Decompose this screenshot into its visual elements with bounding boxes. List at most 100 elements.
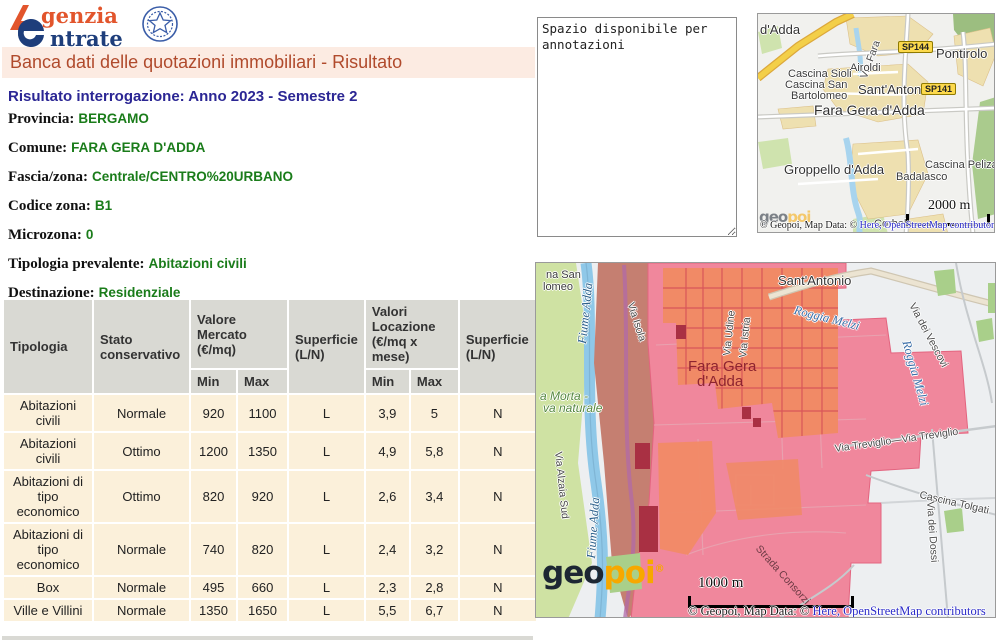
table-cell: 2,4 [366,524,409,575]
table-row: Abitazioni civiliOttimo12001350L4,95,8N [4,433,536,469]
table-cell: 3,9 [366,395,409,431]
detail-label: Comune: [8,140,67,156]
map-label: Cascina Peliza [925,159,995,171]
table-cell: Abitazioni civili [4,395,92,431]
detail-value: BERGAMO [74,111,149,126]
table-cell: L [289,524,364,575]
col-header-stato: Stato conservativo [94,300,189,393]
table-cell: Ville e Villini [4,600,92,621]
table-cell: 6,7 [411,600,458,621]
table-cell: Box [4,577,92,598]
table-cell: 5,8 [411,433,458,469]
table-cell: L [289,395,364,431]
col-header-tipologia: Tipologia [4,300,92,393]
map-label: Sant'Antonio [778,273,851,288]
map-label: SP144 [898,41,933,53]
col-header-valore-mercato: Valore Mercato (€/mq) [191,300,287,368]
detail-value: Centrale/CENTRO%20URBANO [88,169,293,184]
table-cell: N [460,433,536,469]
overview-scale-label: 2000 m [928,198,990,214]
table-cell: L [289,577,364,598]
map-label: d'Adda [697,373,743,390]
col-header-valori-locazione: Valori Locazione (€/mq x mese) [366,300,458,368]
map-label: Groppello d'Adda [784,162,884,177]
geopoi-logo: geopoi® [542,555,665,591]
zone-attribution: © Geopoi, Map Data: © Here, OpenStreetMa… [688,604,986,618]
table-cell: 2,3 [366,577,409,598]
detail-label: Microzona: [8,227,82,243]
map-label: Fara Gera d'Adda [814,102,925,118]
overview-attribution-links[interactable]: Here, OpenStreetMap contributors [860,220,995,231]
table-cell: N [460,395,536,431]
table-cell: 1650 [238,600,287,621]
table-cell: 1350 [238,433,287,469]
map-label: Pontirolo [936,46,987,61]
table-cell: 660 [238,577,287,598]
detail-label: Provincia: [8,111,74,127]
table-cell: Abitazioni di tipo economico [4,471,92,522]
col-header-max-locazione: Max [411,370,458,393]
table-row: Abitazioni di tipo economicoNormale74082… [4,524,536,575]
table-cell: Abitazioni di tipo economico [4,524,92,575]
table-cell: Normale [94,600,189,621]
table-cell: N [460,600,536,621]
agenzia-entrate-logo: genzia ntrate [8,3,188,47]
detail-value: Abitazioni civili [145,256,247,271]
brand-word-top: genzia [41,3,118,28]
table-cell: 5,5 [366,600,409,621]
detail-row: Tipologia prevalente:Abitazioni civili [8,255,528,273]
table-cell: 5 [411,395,458,431]
table-cell: 820 [191,471,236,522]
table-cell: N [460,471,536,522]
table-cell: 495 [191,577,236,598]
detail-row: Comune:FARA GERA D'ADDA [8,139,528,157]
table-cell: 1200 [191,433,236,469]
map-label: va naturale [543,401,602,415]
overview-map[interactable]: d'AddaVia FaraAiroldiSP144PontiroloCasci… [757,13,995,233]
map-label: Badalasco [896,171,947,183]
zone-map[interactable]: na SanlomeoSant'AntonioFiume AddaVia Iso… [535,262,996,618]
table-cell: 3,4 [411,471,458,522]
table-cutoff-strip [2,636,533,640]
table-cell: N [460,524,536,575]
col-header-max-mercato: Max [238,370,287,393]
table-cell: 920 [238,471,287,522]
italy-emblem-icon [143,7,177,41]
table-cell: Abitazioni civili [4,433,92,469]
detail-value: FARA GERA D'ADDA [67,140,205,155]
detail-label: Codice zona: [8,198,91,214]
detail-row: Codice zona:B1 [8,197,528,215]
table-cell: L [289,433,364,469]
table-cell: 1350 [191,600,236,621]
table-cell: 2,6 [366,471,409,522]
result-details: Provincia:BERGAMO Comune:FARA GERA D'ADDA… [8,110,528,313]
detail-value: 0 [82,227,94,242]
map-label: SP141 [921,83,956,95]
table-cell: 3,2 [411,524,458,575]
zone-scale-label: 1000 m [698,575,854,592]
col-header-superficie-2: Superficie (L/N) [460,300,536,393]
overview-attribution: © Geopoi, Map Data: © Here, OpenStreetMa… [760,220,995,231]
table-cell: 740 [191,524,236,575]
map-label: Airoldi [850,62,881,74]
detail-value: B1 [91,198,112,213]
detail-label: Fascia/zona: [8,169,88,185]
table-cell: Ottimo [94,433,189,469]
col-header-min-locazione: Min [366,370,409,393]
col-header-min-mercato: Min [191,370,236,393]
zone-attribution-links[interactable]: Here, OpenStreetMap contributors [813,604,986,618]
annotations-textarea[interactable]: Spazio disponibile per annotazioni [537,17,737,237]
table-cell: L [289,471,364,522]
detail-row: Microzona:0 [8,226,528,244]
col-header-superficie-1: Superficie (L/N) [289,300,364,393]
page-title: Banca dati delle quotazioni immobiliari … [2,47,535,78]
table-cell: 2,8 [411,577,458,598]
table-cell: L [289,600,364,621]
table-row: Abitazioni civiliNormale9201100L3,95N [4,395,536,431]
table-cell: 920 [191,395,236,431]
detail-row: Provincia:BERGAMO [8,110,528,128]
map-label: na San [546,269,581,281]
table-cell: Ottimo [94,471,189,522]
detail-row: Fascia/zona:Centrale/CENTRO%20URBANO [8,168,528,186]
table-row: BoxNormale495660L2,32,8N [4,577,536,598]
